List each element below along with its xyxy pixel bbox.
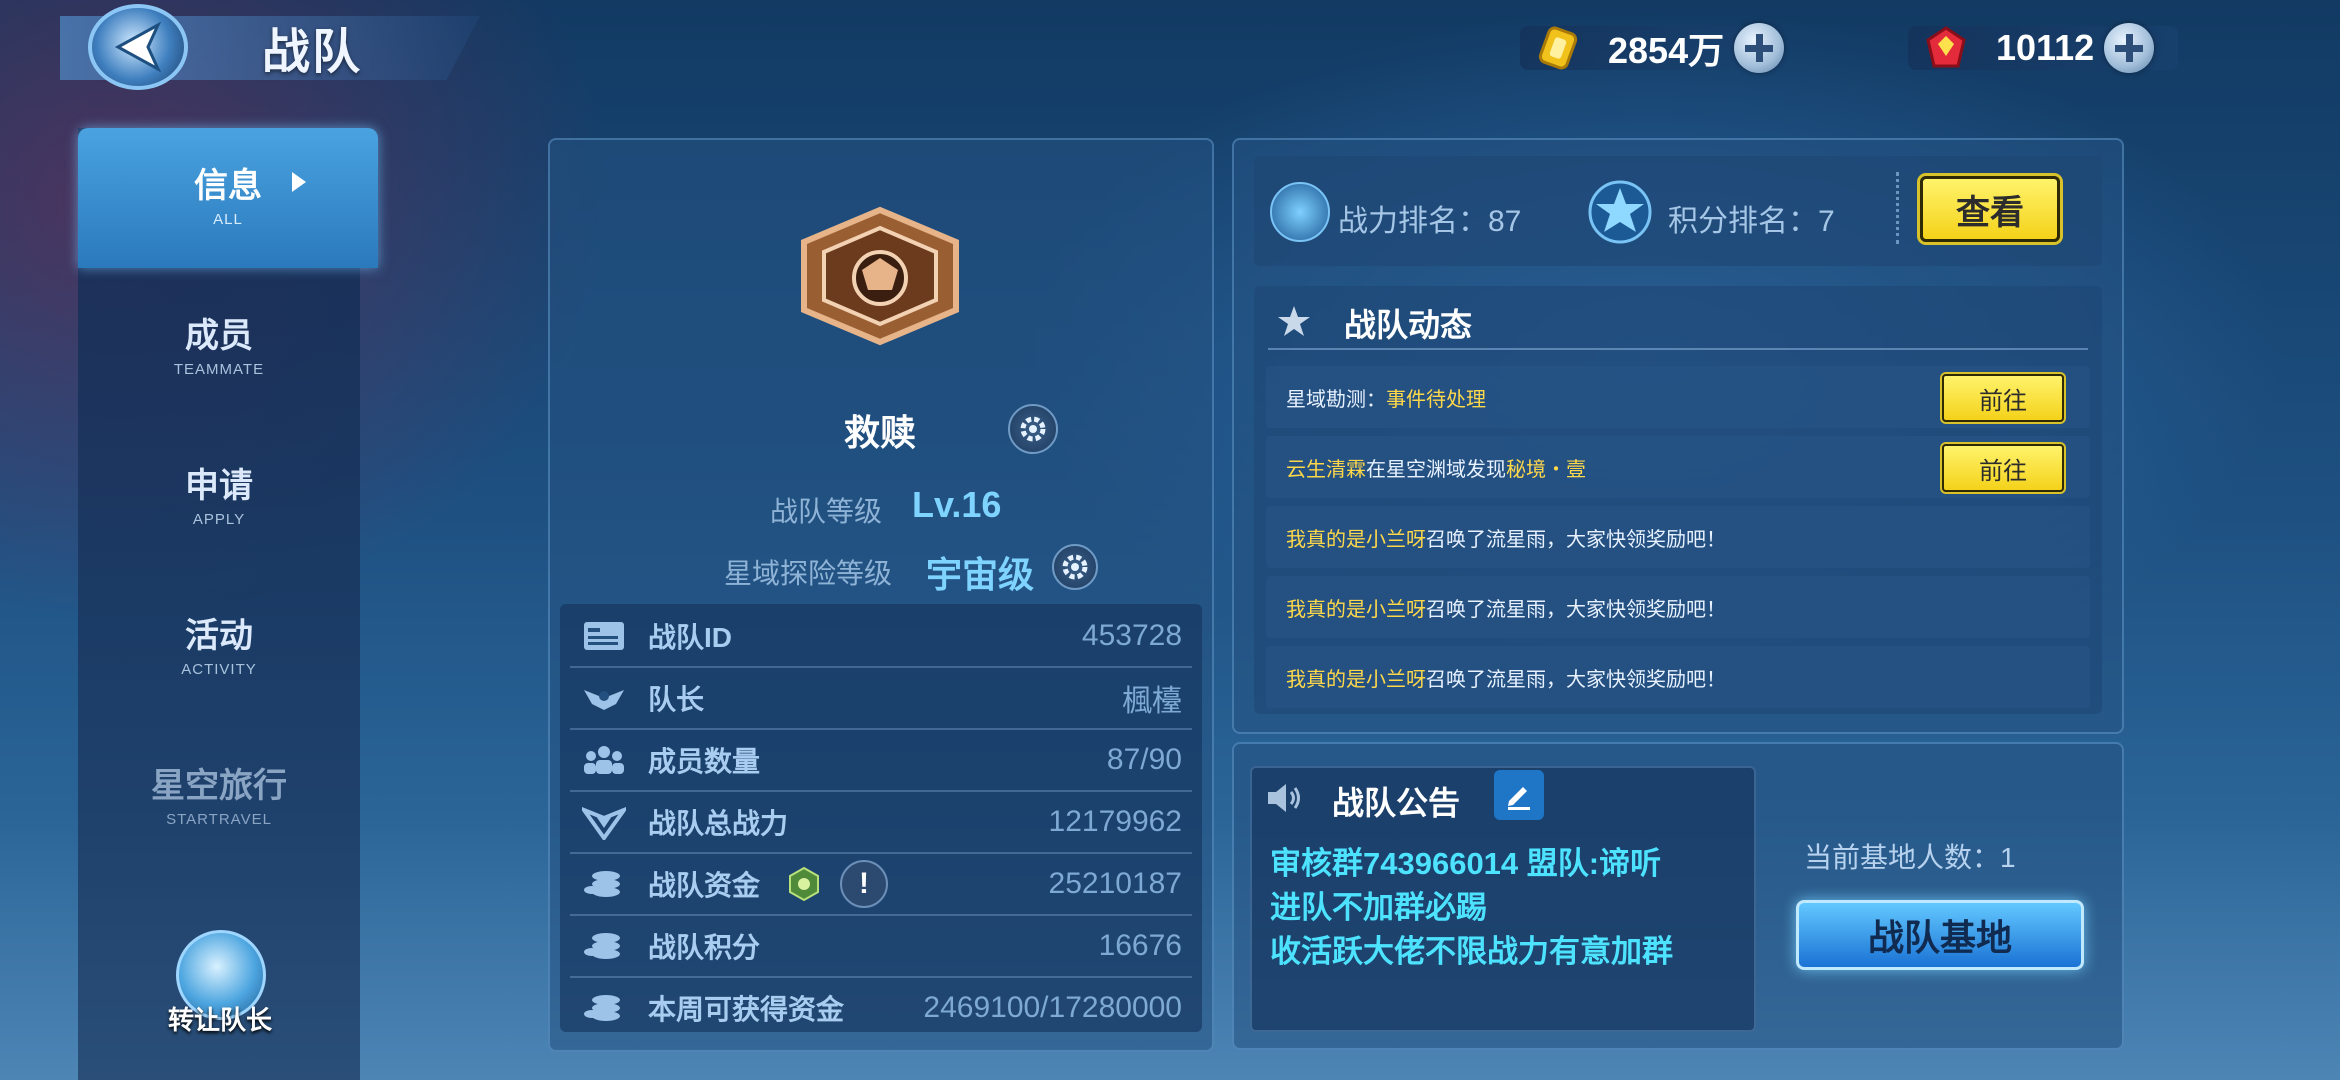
stat-value: 12179962 [1048,805,1182,838]
edit-notice-button[interactable] [1494,770,1544,820]
sidebar-item-label: 星空旅行 [151,767,287,805]
news-row: 星域勘测：事件待处理 前往 [1266,366,2090,428]
stat-label: 队长 [648,684,705,715]
sidebar-item-label: 成员 [185,317,253,355]
add-gem-button[interactable] [2104,23,2155,73]
stat-value: 453728 [1081,619,1182,652]
power-rank-text: 战力排名：87 [1338,205,1522,238]
sidebar-item-activity[interactable]: 活动 ACTIVITY [78,578,360,718]
stat-label: 战队资金 [648,870,761,901]
sidebar-item-label: 活动 [185,617,253,655]
team-stats: 战队ID 453728 队长 楓檯 成员数量 87/90 战队总战力 12179… [560,604,1202,1032]
gem-currency: 10112 [1908,18,2208,78]
gear-icon [1020,416,1046,442]
news-text: 我真的是小兰呀召唤了流星雨，大家快领奖励吧！ [1286,598,1726,621]
sidebar-item-sublabel: ALL [213,211,243,228]
stat-row-captain: 队长 楓檯 [570,668,1192,730]
notice-title: 战队公告 [1332,785,1461,821]
gold-amount: 2854万 [1608,30,1725,71]
gem-amount: 10112 [1996,27,2095,68]
id-card-icon [584,622,624,650]
news-row: 我真的是小兰呀召唤了流星雨，大家快领奖励吧！ [1266,576,2090,638]
news-row: 云生清霖在星空渊域发现秘境・壹 前往 [1266,436,2090,498]
stat-label: 战队积分 [648,932,761,963]
score-rank-text: 积分排名：7 [1668,205,1835,238]
power-wings-icon [582,807,626,840]
stat-row-funds: 战队资金 ! 25210187 [570,854,1192,916]
stat-value: 87/90 [1106,743,1182,776]
divider [1268,348,2088,350]
news-title: 战队动态 [1344,307,1473,343]
sidebar-item-teammate[interactable]: 成员 TEAMMATE [78,278,360,418]
rename-settings-button[interactable] [1008,404,1058,454]
stat-row-total-power: 战队总战力 12179962 [570,792,1192,854]
sidebar-item-sublabel: TEAMMATE [173,361,265,378]
transfer-captain-label[interactable]: 转让队长 [130,1000,310,1037]
explore-settings-button[interactable] [1052,544,1098,590]
sidebar-item-startravel[interactable]: 星空旅行 STARTRAVEL [78,728,360,868]
gear-icon [1062,554,1088,580]
notice-text: 审核群743966014 盟队:谛听 进队不加群必踢 收活跃大佬不限战力有意加群 [1270,846,1673,969]
sidebar-item-label: 信息 [194,167,262,205]
view-ranking-button[interactable]: 查看 [1920,176,2060,242]
speaker-icon [1268,784,1300,812]
stat-value: 2469100/17280000 [923,991,1182,1024]
news-text: 云生清霖在星空渊域发现秘境・壹 [1286,458,1586,481]
back-button[interactable] [88,4,188,90]
pencil-icon [1508,787,1530,810]
news-row: 我真的是小兰呀召唤了流星雨，大家快领奖励吧！ [1266,646,2090,708]
coins-icon [584,995,620,1021]
team-level-label: 战队等级 [770,496,883,527]
page-title: 战队 [262,26,363,79]
go-button[interactable]: 前往 [1942,374,2064,422]
explore-level-value: 宇宙级 [926,554,1035,595]
news-text: 星域勘测：事件待处理 [1286,388,1486,411]
star-icon [1278,306,1310,336]
coins-icon [584,933,620,959]
sidebar-item-apply[interactable]: 申请 APPLY [78,428,360,568]
base-count: 当前基地人数：1 [1804,842,2016,873]
news-row: 我真的是小兰呀召唤了流星雨，大家快领奖励吧！ [1266,506,2090,568]
add-gold-button[interactable] [1734,23,1785,73]
news-text: 我真的是小兰呀召唤了流星雨，大家快领奖励吧！ [1286,668,1726,691]
power-rank-icon [1270,182,1330,242]
members-icon [584,746,624,774]
team-level-value: Lv.16 [912,484,1002,525]
stat-label: 本周可获得资金 [648,994,845,1025]
stat-row-team-id: 战队ID 453728 [570,606,1192,668]
stat-value: 16676 [1098,929,1182,962]
stat-row-members: 成员数量 87/90 [570,730,1192,792]
sidebar-item-sublabel: APPLY [192,511,246,528]
stat-label: 战队总战力 [648,808,789,839]
sidebar-item-label: 申请 [185,467,253,505]
score-rank-icon [1588,180,1652,244]
sidebar-item-info[interactable]: 信息 ALL [78,128,378,268]
stat-row-weekly-funds: 本周可获得资金 2469100/17280000 [570,978,1192,1038]
team-base-button[interactable]: 战队基地 [1796,900,2084,970]
back-arrow-icon [114,21,162,73]
rank-divider [1896,172,1899,244]
sidebar-item-sublabel: ACTIVITY [181,661,257,678]
go-button[interactable]: 前往 [1942,444,2064,492]
funds-info-button[interactable]: ! [840,860,889,908]
red-gem-icon [1926,26,1966,68]
sidebar-item-sublabel: STARTRAVEL [166,811,272,828]
gold-coin-icon [1538,26,1578,70]
captain-wings-icon [584,690,624,710]
coins-icon [584,871,620,897]
stat-row-score: 战队积分 16676 [570,916,1192,978]
explore-level-label: 星域探险等级 [724,558,893,589]
stat-value: 25210187 [1048,867,1182,900]
stat-label: 成员数量 [648,746,761,777]
fund-rank-badge-icon [789,866,820,902]
team-name: 救赎 [843,412,916,453]
stat-value: 楓檯 [1122,685,1182,718]
chevron-right-icon [292,172,306,192]
news-text: 我真的是小兰呀召唤了流星雨，大家快领奖励吧！ [1286,528,1726,551]
team-emblem-icon [801,206,959,346]
stat-label: 战队ID [648,622,733,653]
